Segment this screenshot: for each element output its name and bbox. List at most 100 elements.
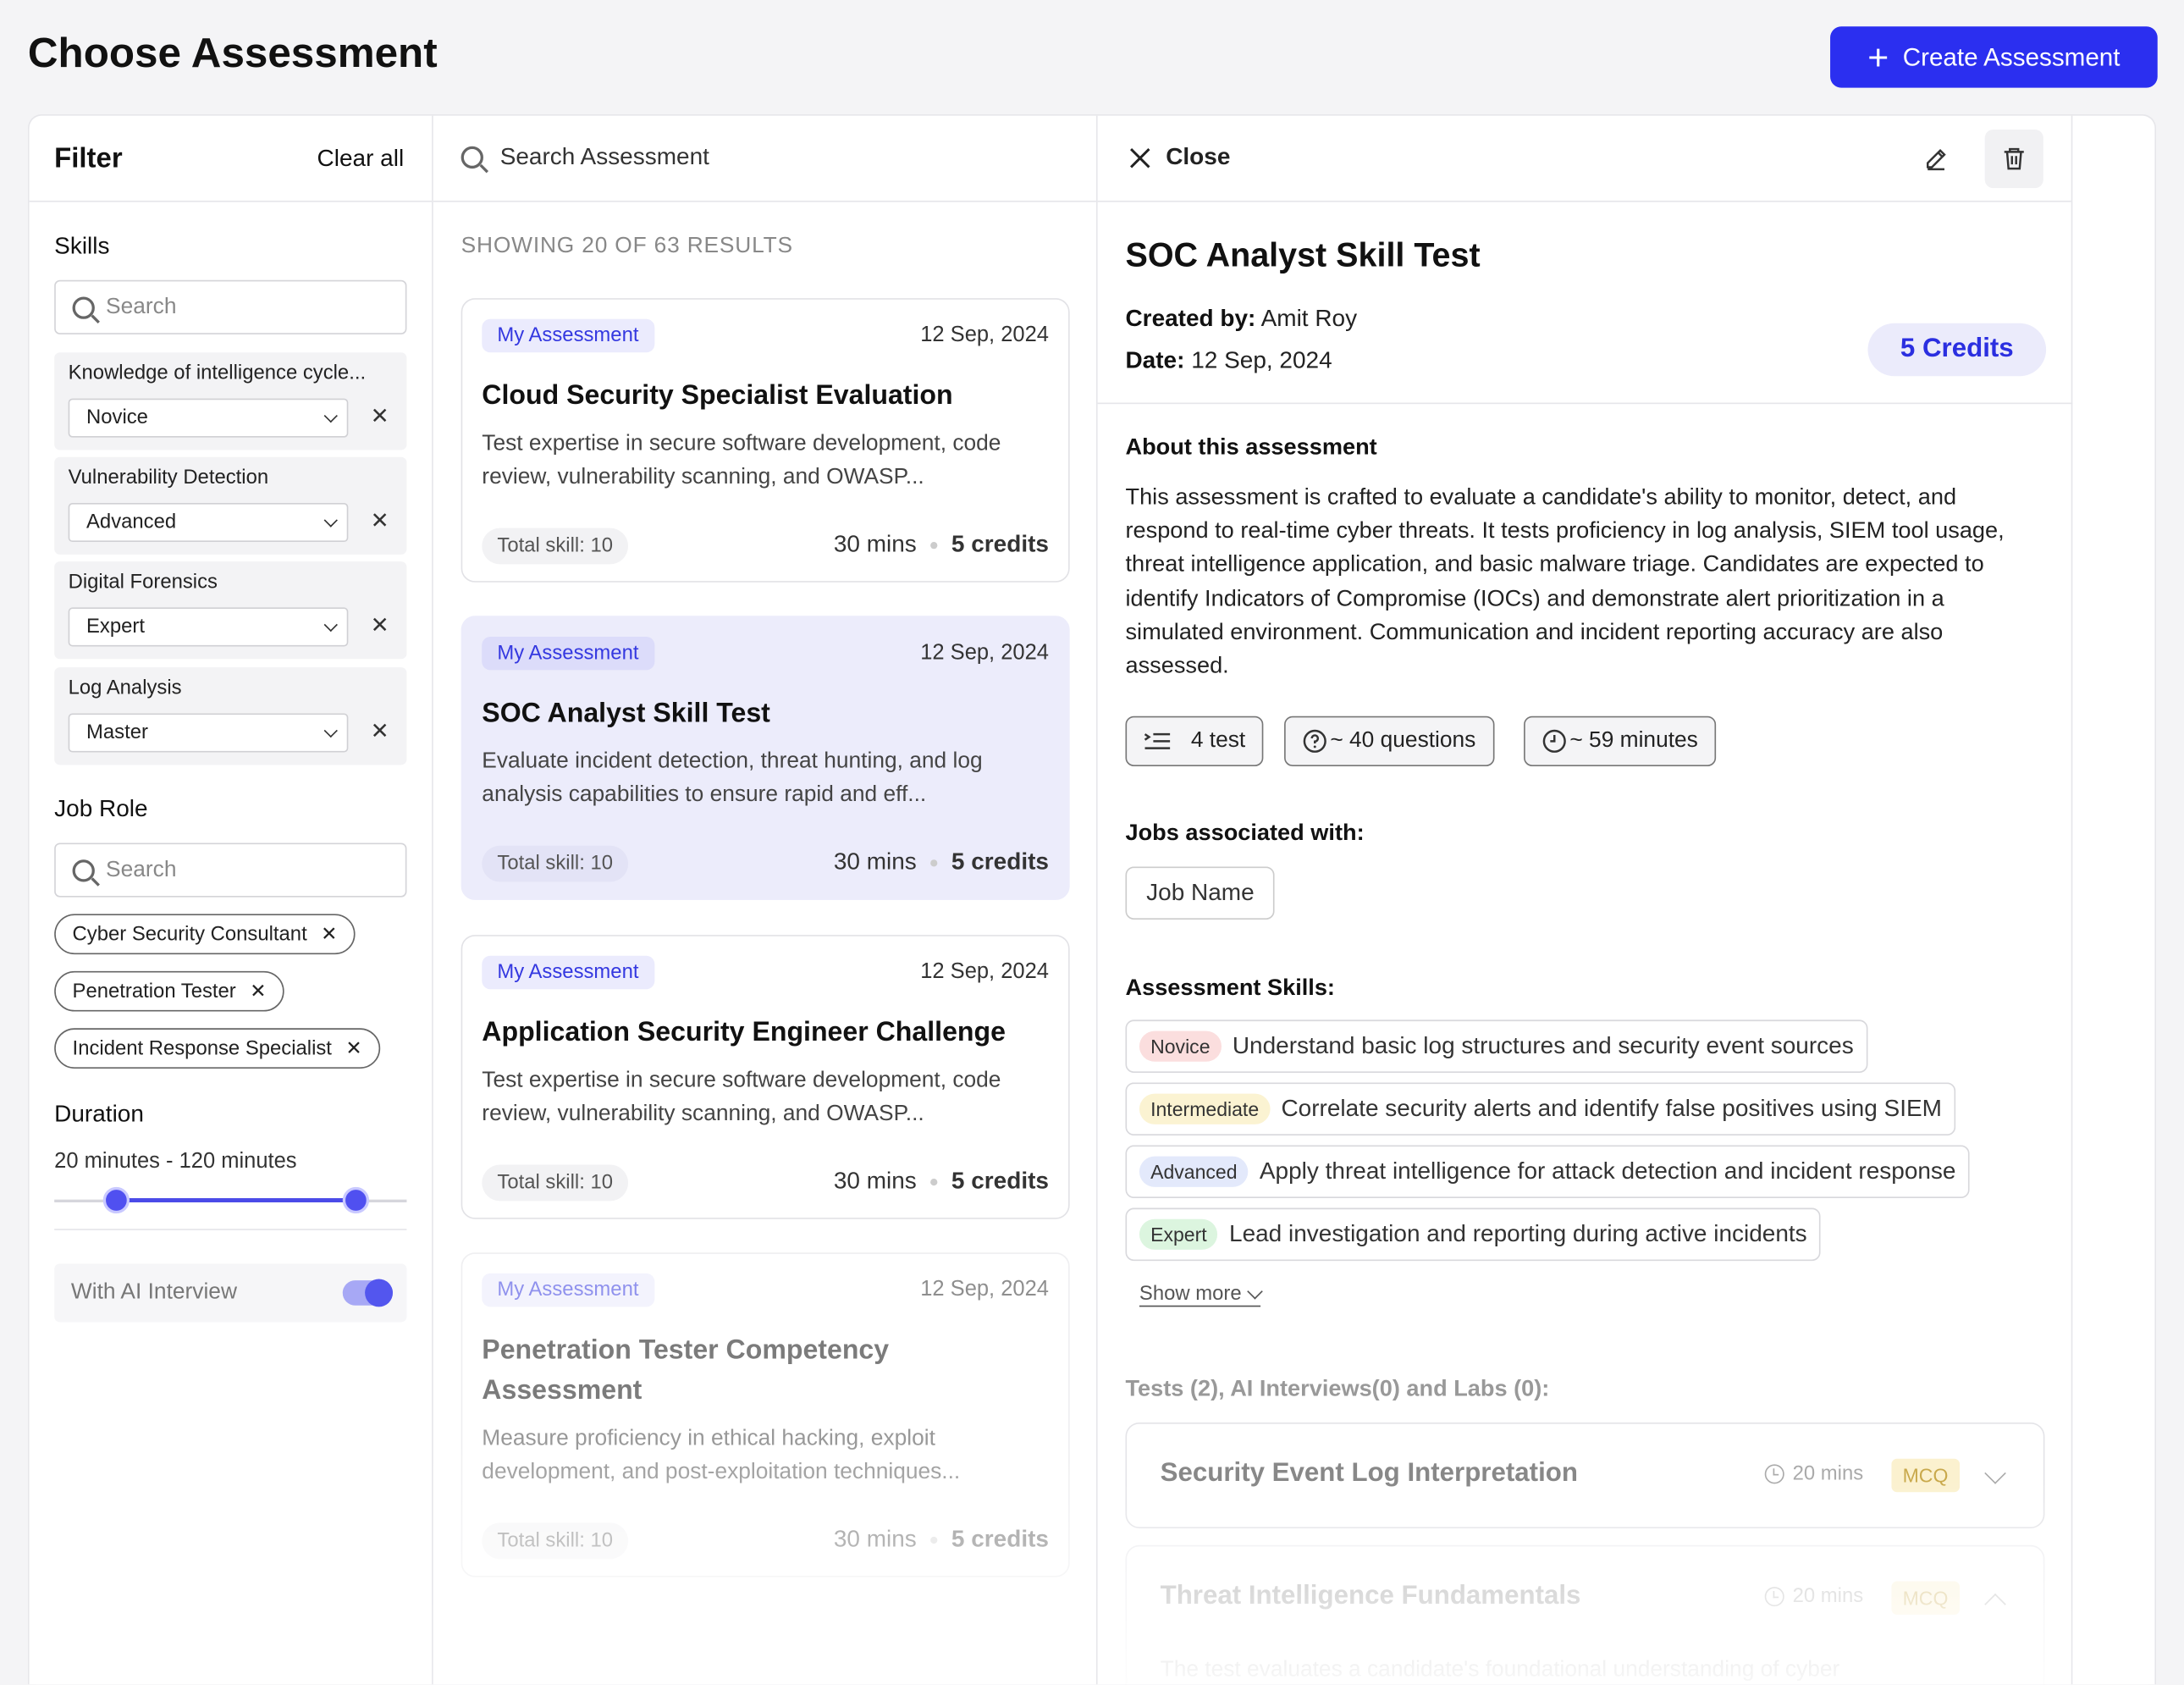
- chevron-down-icon: [323, 513, 338, 528]
- ai-interview-row: With AI Interview: [54, 1263, 407, 1323]
- test-item[interactable]: Threat Intelligence Fundamentals 20 mins…: [1125, 1544, 2045, 1685]
- card-title: Penetration Tester Competency Assessment: [482, 1334, 890, 1406]
- assessment-card[interactable]: My Assessment 12 Sep, 2024 Cloud Securit…: [461, 298, 1070, 583]
- level-badge-intermediate: Intermediate: [1139, 1093, 1271, 1124]
- job-role-chip[interactable]: Incident Response Specialist ✕: [54, 1028, 381, 1069]
- jobs-heading: Jobs associated with:: [1125, 820, 1365, 846]
- duration-max-handle[interactable]: [342, 1186, 370, 1214]
- close-icon: [1130, 147, 1150, 168]
- clear-all-button[interactable]: Clear all: [317, 145, 405, 173]
- plus-icon: +: [1867, 36, 1889, 79]
- my-assessment-badge: My Assessment: [482, 955, 654, 990]
- test-item[interactable]: Security Event Log Interpretation 20 min…: [1125, 1422, 2045, 1529]
- job-role-search-input[interactable]: Search: [54, 842, 407, 898]
- assessment-card-selected[interactable]: My Assessment 12 Sep, 2024 SOC Analyst S…: [461, 616, 1070, 900]
- assessment-list-panel: Search Assessment SHOWING 20 OF 63 RESUL…: [433, 115, 1098, 1685]
- skill-level-select[interactable]: Novice: [68, 398, 349, 438]
- test-mins: 20 mins: [1792, 1462, 1864, 1485]
- close-button[interactable]: Close: [1128, 143, 1231, 171]
- filter-title: Filter: [54, 143, 123, 174]
- assessment-search-input[interactable]: Search Assessment: [461, 143, 709, 171]
- skill-level-value: Advanced: [86, 511, 177, 534]
- assessment-card[interactable]: My Assessment 12 Sep, 2024 Application S…: [461, 935, 1070, 1219]
- skills-search-input[interactable]: Search: [54, 279, 407, 334]
- assessment-skill-row: Expert Lead investigation and reporting d…: [1125, 1207, 1822, 1262]
- search-icon: [72, 296, 95, 318]
- skill-filter-name: Log Analysis: [68, 677, 182, 699]
- job-role-chip[interactable]: Penetration Tester ✕: [54, 970, 284, 1012]
- close-icon[interactable]: ✕: [250, 980, 266, 1003]
- results-count: SHOWING 20 OF 63 RESULTS: [461, 234, 793, 258]
- skills-label: Skills: [54, 232, 110, 260]
- test-description: The test evaluates a candidate's foundat…: [1160, 1658, 1840, 1682]
- duration-slider-fill: [115, 1198, 357, 1202]
- duration-pill: ~ 59 minutes: [1524, 715, 1717, 766]
- skill-filter-name: Vulnerability Detection: [68, 467, 269, 489]
- skill-level-select[interactable]: Master: [68, 713, 349, 753]
- edit-button[interactable]: [1907, 130, 1966, 188]
- skill-level-select[interactable]: Advanced: [68, 502, 349, 543]
- card-date: 12 Sep, 2024: [920, 640, 1049, 665]
- test-title: Threat Intelligence Fundamentals: [1160, 1581, 1581, 1611]
- assessment-card[interactable]: My Assessment 12 Sep, 2024 Penetration T…: [461, 1252, 1070, 1577]
- chevron-up-icon[interactable]: [1984, 1593, 2006, 1616]
- job-name-chip[interactable]: Job Name: [1125, 866, 1276, 920]
- list-icon: [1144, 732, 1171, 749]
- duration-min-handle[interactable]: [102, 1186, 130, 1214]
- card-meta: 30 mins 5 credits: [834, 1526, 1049, 1554]
- card-title: SOC Analyst Skill Test: [482, 698, 770, 729]
- card-duration: 30 mins: [833, 1525, 917, 1552]
- show-more-link[interactable]: Show more: [1139, 1283, 1264, 1307]
- remove-skill-icon[interactable]: ✕: [371, 611, 389, 639]
- delete-button[interactable]: [1984, 130, 2043, 189]
- show-more-label: Show more: [1139, 1283, 1242, 1306]
- card-description: Evaluate incident detection, threat hunt…: [482, 749, 983, 807]
- remove-skill-icon[interactable]: ✕: [371, 717, 389, 745]
- remove-skill-icon[interactable]: ✕: [371, 507, 389, 535]
- assessment-skill-row: Novice Understand basic log structures an…: [1125, 1019, 1868, 1073]
- close-icon[interactable]: ✕: [321, 922, 337, 946]
- duration-value: ~ 59 minutes: [1569, 728, 1698, 753]
- card-title: Application Security Engineer Challenge: [482, 1017, 1006, 1048]
- page-title: Choose Assessment: [27, 30, 438, 77]
- clock-icon: [1764, 1464, 1784, 1484]
- card-credits: 5 credits: [951, 1525, 1049, 1552]
- chevron-down-icon: [323, 617, 338, 633]
- question-icon: [1303, 729, 1326, 753]
- level-badge-advanced: Advanced: [1139, 1156, 1249, 1187]
- card-total-skill: Total skill: 10: [482, 845, 629, 882]
- card-meta: 30 mins 5 credits: [834, 1168, 1049, 1196]
- detail-created-by: Created by: Amit Roy: [1125, 305, 1357, 333]
- card-duration: 30 mins: [833, 848, 917, 876]
- create-assessment-button[interactable]: + Create Assessment: [1830, 26, 2158, 88]
- ai-interview-toggle[interactable]: [342, 1279, 394, 1307]
- skill-filter-name: Digital Forensics: [68, 571, 218, 594]
- job-role-chip-label: Penetration Tester: [72, 980, 236, 1003]
- job-role-chip[interactable]: Cyber Security Consultant ✕: [54, 914, 356, 955]
- search-icon: [461, 146, 483, 169]
- card-description: Measure proficiency in ethical hacking, …: [482, 1426, 961, 1484]
- trash-icon: [2004, 147, 2024, 170]
- skills-search-placeholder: Search: [106, 295, 177, 318]
- close-label: Close: [1166, 143, 1231, 170]
- my-assessment-badge: My Assessment: [482, 636, 654, 671]
- chevron-down-icon: [1247, 1283, 1264, 1300]
- my-assessment-badge: My Assessment: [482, 318, 654, 353]
- skill-level-value: Master: [86, 721, 148, 744]
- level-badge-novice: Novice: [1139, 1030, 1222, 1062]
- test-mins: 20 mins: [1792, 1585, 1864, 1608]
- test-type-badge: MCQ: [1891, 1458, 1960, 1493]
- job-role-chip-label: Cyber Security Consultant: [72, 923, 307, 946]
- skill-level-select[interactable]: Expert: [68, 607, 349, 647]
- card-date: 12 Sep, 2024: [920, 323, 1049, 347]
- remove-skill-icon[interactable]: ✕: [371, 403, 389, 431]
- job-search-placeholder: Search: [106, 857, 177, 881]
- main-panel: Filter Clear all Skills Search Knowledge…: [27, 113, 2157, 1685]
- skill-filter-item: Digital Forensics Expert ✕: [54, 561, 407, 660]
- chevron-down-icon[interactable]: [1984, 1462, 2006, 1484]
- filter-panel: Filter Clear all Skills Search Knowledge…: [29, 115, 433, 1685]
- test-duration: 20 mins: [1764, 1585, 1864, 1608]
- duration-label: Duration: [54, 1100, 144, 1128]
- close-icon[interactable]: ✕: [345, 1036, 361, 1060]
- assessment-search-placeholder: Search Assessment: [499, 143, 709, 170]
